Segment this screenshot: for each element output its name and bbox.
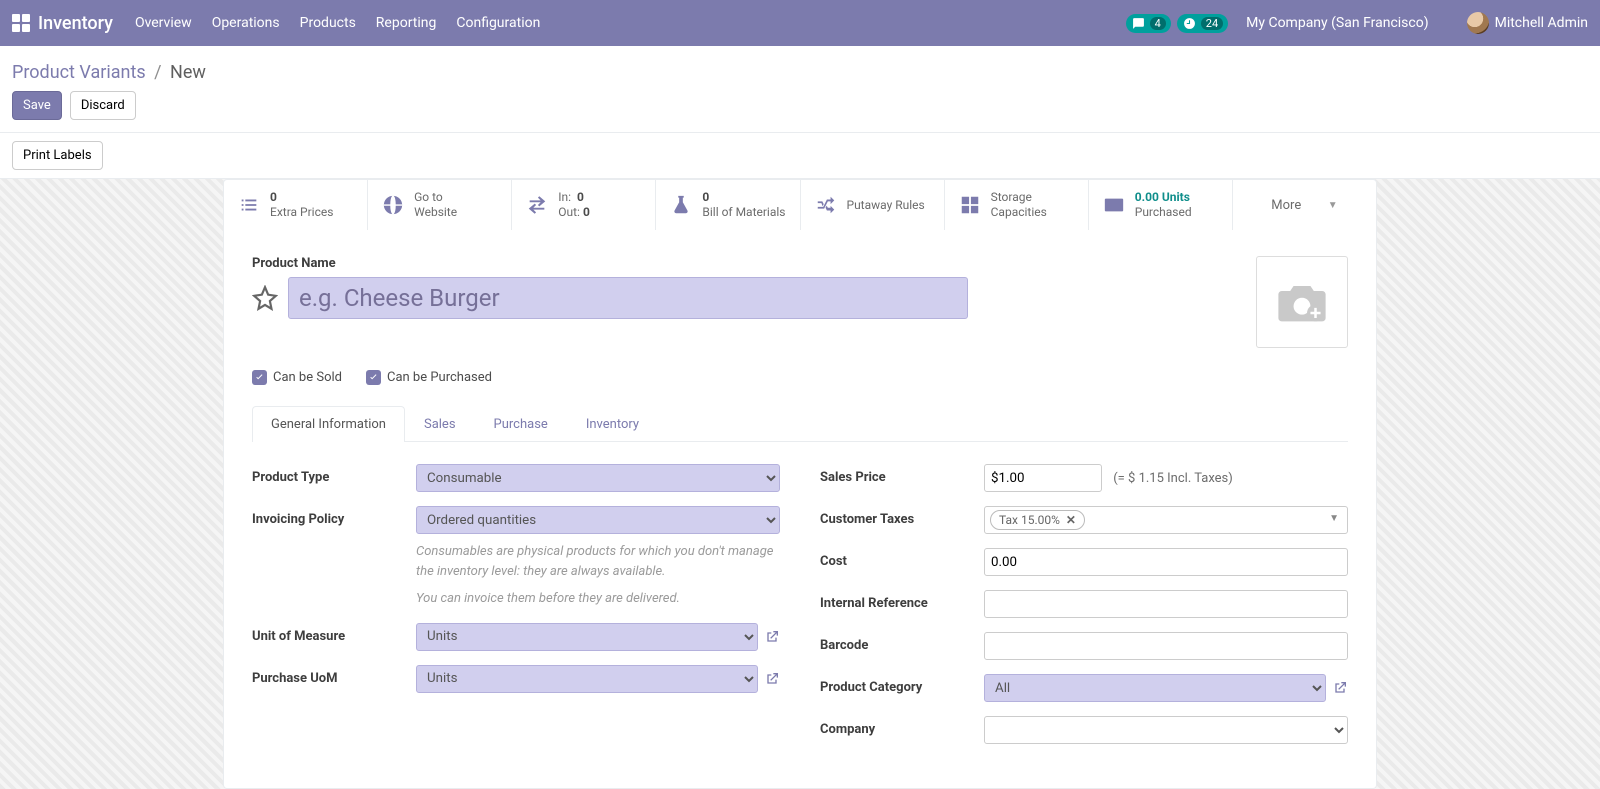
- stat-transfers[interactable]: In: 0 Out: 0: [512, 180, 656, 230]
- stat-more[interactable]: More ▼: [1233, 180, 1376, 230]
- tab-inventory[interactable]: Inventory: [567, 406, 658, 442]
- barcode-label: Barcode: [820, 632, 984, 653]
- purchase-uom-select[interactable]: Units: [416, 665, 758, 693]
- purchase-uom-external-link[interactable]: [764, 671, 780, 687]
- uom-select[interactable]: Units: [416, 623, 758, 651]
- nav-operations[interactable]: Operations: [212, 15, 280, 31]
- cost-input[interactable]: [984, 548, 1348, 576]
- stat-website[interactable]: Go toWebsite: [368, 180, 512, 230]
- print-labels-button[interactable]: Print Labels: [12, 141, 103, 170]
- internal-ref-label: Internal Reference: [820, 590, 984, 611]
- category-label: Product Category: [820, 674, 984, 695]
- nav-config[interactable]: Configuration: [456, 15, 540, 31]
- form-col-right: Sales Price (= $ 1.15 Incl. Taxes) Custo…: [820, 464, 1348, 758]
- product-name-label: Product Name: [252, 256, 1236, 271]
- star-icon: [252, 285, 278, 311]
- product-image-upload[interactable]: [1256, 256, 1348, 348]
- transfers-icon: [526, 194, 548, 216]
- messages-count: 4: [1150, 17, 1166, 30]
- stat-extra-prices[interactable]: 0Extra Prices: [224, 180, 368, 230]
- sales-price-incl-taxes: (= $ 1.15 Incl. Taxes): [1113, 471, 1233, 486]
- apps-icon[interactable]: [12, 14, 30, 32]
- sales-price-input[interactable]: [984, 464, 1102, 492]
- remove-tax-icon[interactable]: ✕: [1066, 513, 1076, 527]
- favorite-star[interactable]: [252, 285, 278, 311]
- barcode-input[interactable]: [984, 632, 1348, 660]
- activities-count: 24: [1201, 17, 1223, 30]
- external-link-icon: [764, 629, 780, 645]
- brand[interactable]: Inventory: [38, 13, 113, 34]
- category-select[interactable]: All: [984, 674, 1326, 702]
- top-nav: Inventory Overview Operations Products R…: [0, 0, 1600, 46]
- shuffle-icon: [815, 194, 837, 216]
- external-link-icon: [1332, 680, 1348, 696]
- chevron-down-icon: ▼: [1329, 513, 1339, 524]
- nav-reporting[interactable]: Reporting: [376, 15, 437, 31]
- tax-tag: Tax 15.00% ✕: [990, 510, 1085, 530]
- sheet-backdrop: 0Extra Prices Go toWebsite In: 0 Out: 0 …: [0, 179, 1600, 789]
- invoicing-policy-label: Invoicing Policy: [252, 506, 416, 527]
- tabs: General Information Sales Purchase Inven…: [252, 405, 1348, 442]
- globe-icon: [382, 194, 404, 216]
- internal-ref-input[interactable]: [984, 590, 1348, 618]
- cost-label: Cost: [820, 548, 984, 569]
- activities-badge[interactable]: 24: [1177, 14, 1228, 33]
- tab-sales[interactable]: Sales: [405, 406, 475, 442]
- flask-icon: [670, 194, 692, 216]
- save-button[interactable]: Save: [12, 91, 62, 120]
- uom-label: Unit of Measure: [252, 623, 416, 644]
- check-icon: [368, 372, 379, 383]
- help-text-1: Consumables are physical products for wh…: [416, 542, 780, 581]
- camera-plus-icon: [1275, 279, 1329, 325]
- card-icon: [1103, 194, 1125, 216]
- user-name: Mitchell Admin: [1495, 15, 1588, 31]
- category-external-link[interactable]: [1332, 680, 1348, 696]
- chat-icon: [1132, 17, 1145, 30]
- form-col-left: Product Type Consumable Invoicing Policy…: [252, 464, 780, 758]
- invoicing-policy-select[interactable]: Ordered quantities: [416, 506, 780, 534]
- can-be-purchased-checkbox[interactable]: Can be Purchased: [366, 370, 492, 385]
- clock-icon: [1183, 17, 1196, 30]
- action-buttons: Save Discard: [0, 91, 1600, 132]
- nav-overview[interactable]: Overview: [135, 15, 192, 31]
- breadcrumb-row: Product Variants / New: [0, 46, 1600, 91]
- messages-badge[interactable]: 4: [1126, 14, 1171, 33]
- breadcrumb-current: New: [170, 62, 206, 83]
- company-label: Company: [820, 716, 984, 737]
- company-select[interactable]: [984, 716, 1348, 744]
- customer-taxes-input[interactable]: Tax 15.00% ✕ ▼: [984, 506, 1348, 534]
- customer-taxes-label: Customer Taxes: [820, 506, 984, 527]
- boxes-icon: [959, 194, 981, 216]
- product-name-input[interactable]: [288, 277, 968, 319]
- company-switcher[interactable]: My Company (San Francisco): [1246, 15, 1428, 31]
- stat-bar: 0Extra Prices Go toWebsite In: 0 Out: 0 …: [223, 179, 1377, 230]
- uom-external-link[interactable]: [764, 629, 780, 645]
- discard-button[interactable]: Discard: [70, 91, 136, 120]
- breadcrumb-sep: /: [154, 62, 161, 83]
- stat-putaway[interactable]: Putaway Rules: [801, 180, 945, 230]
- product-type-select[interactable]: Consumable: [416, 464, 780, 492]
- can-be-sold-checkbox[interactable]: Can be Sold: [252, 370, 342, 385]
- purchase-uom-label: Purchase UoM: [252, 665, 416, 686]
- avatar-icon: [1467, 12, 1489, 34]
- form-sheet: Product Name: [223, 230, 1377, 789]
- product-type-label: Product Type: [252, 464, 416, 485]
- list-icon: [238, 194, 260, 216]
- stat-storage[interactable]: StorageCapacities: [945, 180, 1089, 230]
- chevron-down-icon: ▼: [1328, 200, 1338, 211]
- external-link-icon: [764, 671, 780, 687]
- breadcrumb-parent[interactable]: Product Variants: [12, 62, 146, 83]
- nav-products[interactable]: Products: [300, 15, 356, 31]
- help-text-2: You can invoice them before they are del…: [416, 589, 780, 609]
- tab-general[interactable]: General Information: [252, 406, 405, 442]
- sales-price-label: Sales Price: [820, 464, 984, 485]
- secondary-toolbar: Print Labels: [0, 132, 1600, 179]
- tab-purchase[interactable]: Purchase: [475, 406, 567, 442]
- stat-purchased[interactable]: 0.00 UnitsPurchased: [1089, 180, 1233, 230]
- check-icon: [254, 372, 265, 383]
- stat-bom[interactable]: 0Bill of Materials: [656, 180, 800, 230]
- user-menu[interactable]: Mitchell Admin: [1467, 12, 1588, 34]
